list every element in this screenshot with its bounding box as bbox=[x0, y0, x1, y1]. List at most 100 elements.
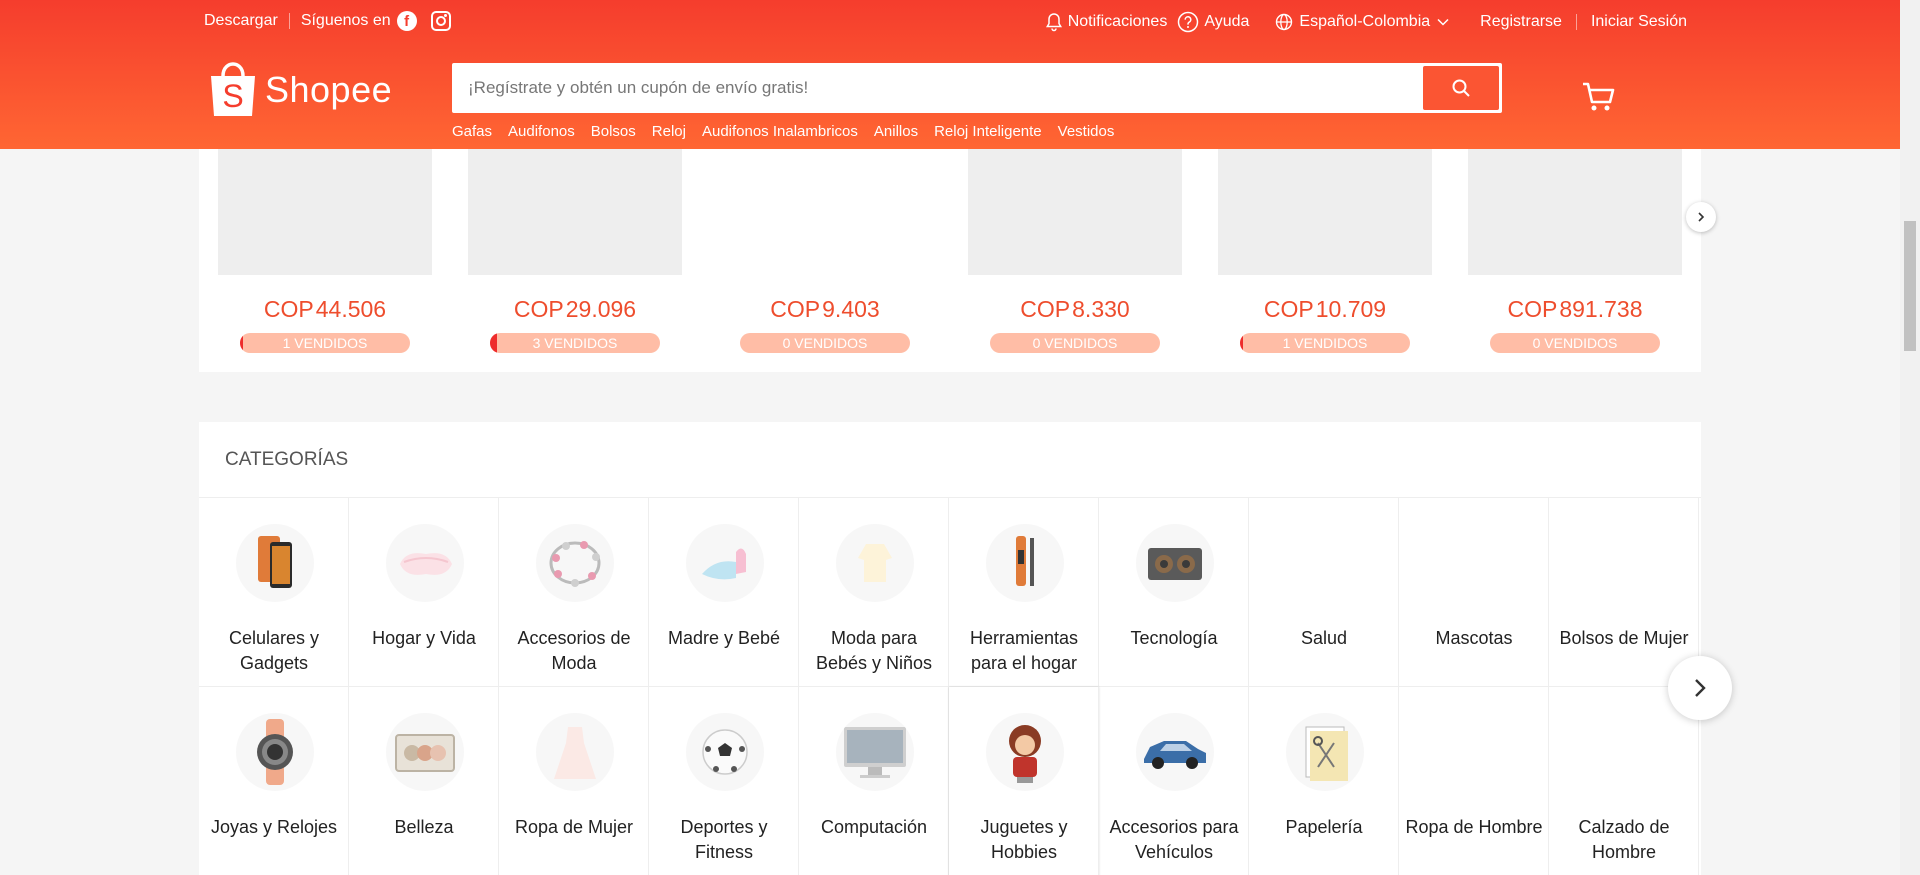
keyword-link[interactable]: Vestidos bbox=[1058, 123, 1115, 140]
category-item[interactable]: Ropa de Hombre bbox=[1399, 687, 1549, 875]
products-next-button[interactable] bbox=[1686, 202, 1716, 232]
category-item[interactable]: Belleza bbox=[349, 687, 499, 875]
category-item[interactable]: Tecnología bbox=[1099, 498, 1249, 687]
watch-icon bbox=[236, 713, 314, 791]
category-label: Madre y Bebé bbox=[667, 628, 781, 648]
search-input[interactable] bbox=[468, 63, 1418, 113]
product-image-placeholder bbox=[718, 149, 932, 275]
keyword-link[interactable]: Anillos bbox=[874, 123, 918, 140]
chevron-down-icon bbox=[1437, 18, 1449, 26]
product-image-placeholder bbox=[1218, 149, 1432, 275]
register-link[interactable]: Registrarse bbox=[1480, 13, 1562, 31]
sold-progress: 1 VENDIDOS bbox=[240, 333, 410, 353]
category-item[interactable]: Salud bbox=[1249, 498, 1399, 687]
instagram-icon[interactable] bbox=[430, 11, 451, 31]
trending-keywords: Gafas Audifonos Bolsos Reloj Audifonos I… bbox=[452, 123, 1130, 140]
category-label: Mascotas bbox=[1435, 628, 1513, 648]
product-card[interactable]: COP9.403 0 VENDIDOS bbox=[718, 149, 932, 372]
category-image bbox=[1586, 524, 1664, 602]
help-label: Ayuda bbox=[1204, 13, 1250, 30]
product-price: COP8.330 bbox=[1020, 296, 1130, 322]
product-price: COP44.506 bbox=[263, 296, 387, 322]
baby-bottle-icon bbox=[686, 524, 764, 602]
help-link[interactable]: Ayuda bbox=[1177, 11, 1249, 33]
language-selector[interactable]: Español-Colombia bbox=[1275, 13, 1450, 31]
scrollbar-thumb[interactable] bbox=[1904, 221, 1916, 351]
product-price: COP29.096 bbox=[513, 296, 637, 322]
sold-progress: 3 VENDIDOS bbox=[490, 333, 660, 353]
product-card[interactable]: COP44.506 1 VENDIDOS bbox=[218, 149, 432, 372]
category-item[interactable]: Ropa de Mujer bbox=[499, 687, 649, 875]
help-icon bbox=[1178, 11, 1199, 33]
category-label: Ropa de Hombre bbox=[1405, 817, 1543, 837]
keyword-link[interactable]: Reloj bbox=[652, 123, 686, 140]
keyword-link[interactable]: Bolsos bbox=[591, 123, 636, 140]
svg-text:S: S bbox=[222, 78, 243, 114]
logo-text: Shopee bbox=[265, 69, 393, 110]
search-icon bbox=[1452, 79, 1470, 97]
categories-next-button[interactable] bbox=[1668, 656, 1732, 720]
category-item[interactable]: Juguetes y Hobbies bbox=[949, 687, 1099, 875]
product-image-placeholder bbox=[968, 149, 1182, 275]
chevron-right-icon bbox=[1698, 212, 1705, 222]
category-item[interactable]: Joyas y Relojes bbox=[199, 687, 349, 875]
category-item[interactable]: Accesorios para Vehículos bbox=[1099, 687, 1249, 875]
category-label: Juguetes y Hobbies bbox=[980, 817, 1068, 862]
category-label: Tecnología bbox=[1130, 628, 1218, 648]
bracelet-icon bbox=[536, 524, 614, 602]
sold-progress: 0 VENDIDOS bbox=[990, 333, 1160, 353]
header: Descargar Síguenos en f Notificaciones A… bbox=[0, 0, 1920, 149]
divider bbox=[288, 13, 290, 29]
sold-progress: 1 VENDIDOS bbox=[1240, 333, 1410, 353]
search-button[interactable] bbox=[1423, 66, 1499, 110]
category-item[interactable]: Herramientas para el hogar bbox=[949, 498, 1099, 687]
category-item[interactable]: Computación bbox=[799, 687, 949, 875]
product-image-placeholder bbox=[218, 149, 432, 275]
category-item[interactable]: Celulares y Gadgets bbox=[199, 498, 349, 687]
shopee-logo[interactable]: S Shopee bbox=[209, 62, 392, 118]
download-link[interactable]: Descargar bbox=[204, 12, 278, 30]
follow-us-label: Síguenos en bbox=[300, 12, 391, 29]
cart-button[interactable] bbox=[1580, 80, 1616, 114]
category-item[interactable]: Mascotas bbox=[1399, 498, 1549, 687]
product-card[interactable]: COP891.738 0 VENDIDOS bbox=[1468, 149, 1682, 372]
category-label: Bolsos de Mujer bbox=[1559, 628, 1689, 648]
figure-icon bbox=[986, 713, 1064, 791]
category-label: Hogar y Vida bbox=[372, 628, 476, 648]
category-item[interactable]: Accesorios de Moda bbox=[499, 498, 649, 687]
keyword-link[interactable]: Gafas bbox=[452, 123, 492, 140]
page-scrollbar[interactable] bbox=[1900, 0, 1920, 875]
category-label: Calzado de Hombre bbox=[1578, 817, 1670, 862]
language-label: Español-Colombia bbox=[1299, 13, 1431, 30]
keyword-link[interactable]: Audifonos Inalambricos bbox=[702, 123, 858, 140]
product-image-placeholder bbox=[1468, 149, 1682, 275]
dress-icon bbox=[536, 713, 614, 791]
category-item[interactable]: Moda para Bebés y Niños bbox=[799, 498, 949, 687]
category-label: Belleza bbox=[394, 817, 454, 837]
category-item[interactable]: Bolsos de Mujer bbox=[1549, 498, 1699, 687]
category-label: Herramientas para el hogar bbox=[969, 628, 1079, 673]
keyword-link[interactable]: Reloj Inteligente bbox=[934, 123, 1042, 140]
category-label: Accesorios de Moda bbox=[517, 628, 631, 673]
category-item[interactable]: Madre y Bebé bbox=[649, 498, 799, 687]
globe-icon bbox=[1276, 13, 1293, 31]
category-item[interactable]: Papelería bbox=[1249, 687, 1399, 875]
product-card[interactable]: COP10.709 1 VENDIDOS bbox=[1218, 149, 1432, 372]
login-link[interactable]: Iniciar Sesión bbox=[1591, 13, 1687, 31]
product-card[interactable]: COP29.096 3 VENDIDOS bbox=[468, 149, 682, 372]
category-image bbox=[1436, 713, 1514, 791]
notifications-label: Notificaciones bbox=[1067, 13, 1168, 30]
facebook-icon[interactable]: f bbox=[396, 11, 417, 31]
product-price: COP10.709 bbox=[1263, 296, 1387, 322]
monitor-icon bbox=[836, 713, 914, 791]
categories-title: CATEGORÍAS bbox=[225, 449, 349, 470]
product-card[interactable]: COP8.330 0 VENDIDOS bbox=[968, 149, 1182, 372]
notifications-link[interactable]: Notificaciones bbox=[1044, 12, 1168, 32]
keyword-link[interactable]: Audifonos bbox=[508, 123, 575, 140]
phone-icon bbox=[236, 524, 314, 602]
category-item[interactable]: Hogar y Vida bbox=[349, 498, 499, 687]
speaker-icon bbox=[1136, 524, 1214, 602]
category-item[interactable]: Deportes y Fitness bbox=[649, 687, 799, 875]
category-item[interactable]: Calzado de Hombre bbox=[1549, 687, 1699, 875]
product-image-placeholder bbox=[468, 149, 682, 275]
